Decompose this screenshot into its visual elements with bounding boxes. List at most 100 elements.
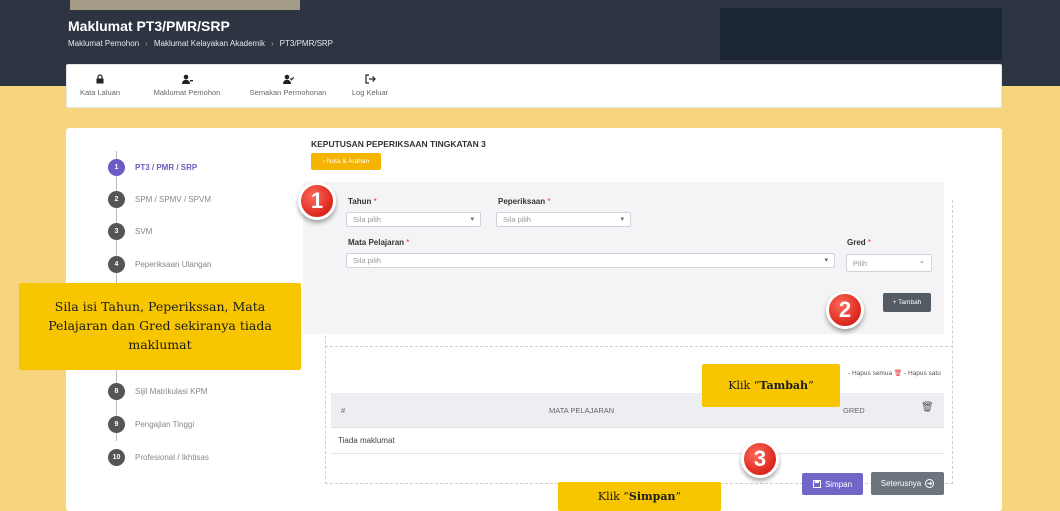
peperiksaan-select[interactable]: Sila pilih ▾ xyxy=(496,212,631,227)
column-number: # xyxy=(341,406,346,415)
step-number: 9 xyxy=(108,416,125,433)
column-gred: GRED xyxy=(843,406,865,415)
step-label: SVM xyxy=(135,227,153,236)
tahun-select[interactable]: Sila pilih ▾ xyxy=(346,212,481,227)
mata-pelajaran-label: Mata Pelajaran * xyxy=(348,238,409,247)
select-value: Pilih xyxy=(853,258,868,268)
delete-legend: - Hapus semua 🗑 - Hapus satu xyxy=(848,369,941,377)
required-mark: * xyxy=(547,197,551,206)
lock-icon xyxy=(96,74,104,84)
callout-bold: Tambah xyxy=(759,379,809,392)
callout-bold: Simpan xyxy=(628,490,676,503)
chevron-down-icon: ⌄ xyxy=(919,258,925,265)
hapus-satu-text: - Hapus satu xyxy=(903,370,941,377)
step-spm[interactable]: 2 SPM / SPMV / SPVM xyxy=(108,191,211,208)
empty-message: Tiada maklumat xyxy=(338,436,395,445)
required-mark: * xyxy=(406,238,410,247)
top-nav: Kata Laluan Maklumat Pemohon Semakan Per… xyxy=(66,64,1002,108)
page-title: Maklumat PT3/PMR/SRP xyxy=(68,18,230,34)
step-number: 1 xyxy=(108,159,125,176)
select-value: Sila pilih xyxy=(503,215,531,224)
table-row: Tiada maklumat xyxy=(331,428,944,454)
tambah-button[interactable]: + Tambah xyxy=(883,293,931,312)
step-svm[interactable]: 3 SVM xyxy=(108,223,152,240)
label-text: Peperiksaan xyxy=(498,197,546,206)
step-label: Pengajian Tinggi xyxy=(135,420,195,429)
instruction-callout: Sila isi Tahun, Peperikssan, Mata Pelaja… xyxy=(19,283,301,370)
delete-all-icon[interactable]: 🗑 xyxy=(921,402,934,413)
breadcrumb-item-pemohon[interactable]: Maklumat Pemohon xyxy=(68,39,139,48)
logout-icon xyxy=(365,74,376,84)
label-text: Mata Pelajaran xyxy=(348,238,405,247)
divider xyxy=(325,346,953,347)
chevron-down-icon: ▾ xyxy=(470,216,474,223)
peperiksaan-label: Peperiksaan * xyxy=(498,197,551,206)
required-mark: * xyxy=(373,197,377,206)
nav-label: Maklumat Pemohon xyxy=(153,88,221,97)
step-label: PT3 / PMR / SRP xyxy=(135,163,198,172)
tahun-label: Tahun * xyxy=(348,197,377,206)
section-title: KEPUTUSAN PEPERIKSAAN TINGKATAN 3 xyxy=(311,139,486,149)
select-value: Sila pilih xyxy=(353,215,381,224)
arrow-circle-right-icon xyxy=(925,479,935,488)
step-matrikulasi[interactable]: 8 Sijil Matrikulasi KPM xyxy=(108,383,207,400)
nav-semakan-permohonan[interactable]: Semakan Permohonan xyxy=(239,73,337,97)
step-number: 3 xyxy=(108,223,125,240)
user-icon xyxy=(182,74,193,84)
seterusnya-button[interactable]: Seterusnya xyxy=(871,472,944,495)
gred-select[interactable]: Pilih ⌄ xyxy=(846,254,932,272)
step-badge-3: 3 xyxy=(741,440,779,478)
nav-log-keluar[interactable]: Log Keluar xyxy=(347,73,393,97)
callout-text: Klik “ xyxy=(597,490,629,503)
hapus-semua-text: - Hapus semua xyxy=(848,370,893,377)
step-badge-1: 1 xyxy=(298,182,336,220)
table-header: # MATA PELAJARAN GRED 🗑 xyxy=(331,393,944,428)
breadcrumb-item-current: PT3/PMR/SRP xyxy=(279,39,334,48)
breadcrumb: Maklumat Pemohon › Maklumat Kelayakan Ak… xyxy=(68,39,333,48)
button-label: Simpan xyxy=(824,479,853,489)
step-number: 10 xyxy=(108,449,125,466)
mata-pelajaran-select[interactable]: Sila pilih ▾ xyxy=(346,253,835,268)
callout-text: ” xyxy=(675,490,682,503)
step-pengajian-tinggi[interactable]: 9 Pengajian Tinggi xyxy=(108,416,194,433)
step-profesional[interactable]: 10 Profesional / Ikhtisas xyxy=(108,449,209,466)
breadcrumb-separator: › xyxy=(145,39,148,48)
simpan-button[interactable]: Simpan xyxy=(802,473,863,495)
step-number: 4 xyxy=(108,256,125,273)
callout-text: ” xyxy=(808,379,814,392)
label-text: Gred xyxy=(847,238,866,247)
simpan-callout: Klik “Simpan” xyxy=(558,482,721,511)
column-mata-pelajaran: MATA PELAJARAN xyxy=(549,406,615,415)
step-ulangan[interactable]: 4 Peperiksaan Ulangan xyxy=(108,256,212,273)
nav-maklumat-pemohon[interactable]: Maklumat Pemohon xyxy=(147,73,227,97)
required-mark: * xyxy=(867,238,872,247)
breadcrumb-separator: › xyxy=(271,39,274,48)
callout-text: Klik “ xyxy=(728,379,760,392)
trash-icon: 🗑 xyxy=(893,370,903,377)
user-check-icon xyxy=(283,74,294,84)
header-right-panel xyxy=(720,8,1002,60)
chevron-down-icon: ▾ xyxy=(620,216,624,223)
nav-label: Log Keluar xyxy=(351,88,389,97)
step-label: Peperiksaan Ulangan xyxy=(135,260,212,269)
nav-label: Semakan Permohonan xyxy=(249,88,327,97)
step-number: 8 xyxy=(108,383,125,400)
chevron-down-icon: ▾ xyxy=(824,257,828,264)
select-value: Sila pilih xyxy=(353,256,381,265)
button-label: Seterusnya xyxy=(880,479,922,488)
nota-arahan-button[interactable]: › Nota & Arahan xyxy=(311,153,381,170)
step-pt3[interactable]: 1 PT3 / PMR / SRP xyxy=(108,159,197,176)
header-decoration xyxy=(70,0,300,10)
step-label: Profesional / Ikhtisas xyxy=(135,453,209,462)
nav-label: Kata Laluan xyxy=(79,88,121,97)
step-label: SPM / SPMV / SPVM xyxy=(135,195,212,204)
tambah-callout: Klik “Tambah” xyxy=(702,364,840,407)
save-icon xyxy=(812,480,821,488)
breadcrumb-item-akademik[interactable]: Maklumat Kelayakan Akademik xyxy=(154,39,265,48)
step-label: Sijil Matrikulasi KPM xyxy=(135,387,208,396)
step-number: 2 xyxy=(108,191,125,208)
label-text: Tahun xyxy=(348,197,372,206)
step-badge-2: 2 xyxy=(826,291,864,329)
nav-kata-laluan[interactable]: Kata Laluan xyxy=(75,73,125,97)
gred-label: Gred * xyxy=(847,238,871,247)
